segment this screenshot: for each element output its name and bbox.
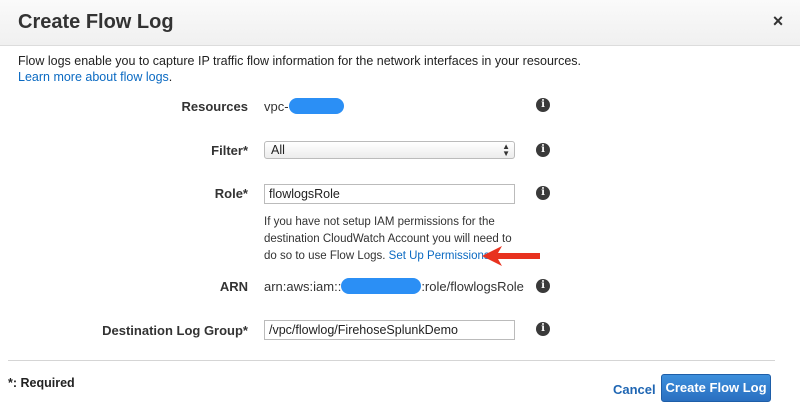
arn-prefix: arn:aws:iam:: — [264, 279, 342, 294]
dialog-title: Create Flow Log — [18, 11, 174, 33]
required-note: *: Required — [8, 376, 75, 390]
redacted-vpc-id — [288, 98, 344, 115]
set-up-permissions-link[interactable]: Set Up Permissions — [389, 250, 490, 262]
resources-value: vpc- — [264, 98, 344, 115]
cancel-button[interactable]: Cancel — [613, 382, 656, 397]
learn-more-period: . — [168, 70, 173, 84]
create-flow-log-button[interactable]: Create Flow Log — [661, 374, 771, 402]
intro-description: Flow logs enable you to capture IP traff… — [18, 54, 582, 68]
close-icon[interactable]: × — [769, 12, 787, 30]
footer-divider — [8, 360, 775, 361]
role-label: Role* — [214, 186, 248, 201]
arn-info-icon[interactable]: i — [536, 279, 550, 293]
learn-more-line: Learn more about flow logs. — [18, 69, 581, 85]
resources-info-icon[interactable]: i — [536, 98, 550, 112]
learn-more-link[interactable]: Learn more about flow logs — [18, 70, 169, 84]
filter-selected-value: All — [271, 143, 285, 157]
resources-label: Resources — [181, 99, 248, 114]
role-input[interactable]: flowlogsRole — [264, 184, 515, 204]
annotation-arrow-icon — [482, 246, 540, 266]
role-info-icon[interactable]: i — [536, 186, 550, 200]
redacted-account-id — [341, 278, 422, 295]
resources-value-prefix: vpc- — [264, 99, 289, 114]
filter-select[interactable]: All ▲ ▼ — [264, 141, 515, 159]
filter-label: Filter* — [211, 143, 248, 158]
arn-label: ARN — [219, 279, 248, 294]
intro-text-block: Flow logs enable you to capture IP traff… — [18, 53, 581, 85]
arn-suffix: :role/flowlogsRole — [421, 279, 524, 294]
arn-value: arn:aws:iam:::role/flowlogsRole — [264, 278, 524, 295]
destination-log-group-input[interactable]: /vpc/flowlog/FirehoseSplunkDemo — [264, 320, 515, 340]
dialog-header: Create Flow Log × — [0, 0, 800, 46]
select-arrows-icon: ▲ ▼ — [502, 142, 510, 158]
filter-info-icon[interactable]: i — [536, 143, 550, 157]
destination-log-group-label: Destination Log Group* — [102, 323, 248, 338]
destination-info-icon[interactable]: i — [536, 322, 550, 336]
